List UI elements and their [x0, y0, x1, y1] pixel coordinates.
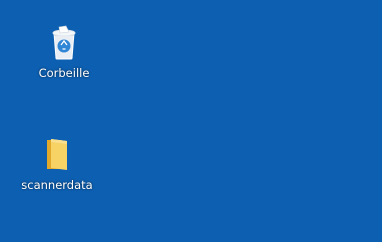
recycle-bin-icon [44, 22, 84, 62]
window-edge-bottom [0, 242, 388, 247]
desktop[interactable]: Corbeille scannerdata [0, 0, 388, 247]
scannerdata-folder-label: scannerdata [21, 178, 93, 192]
recycle-bin-shortcut[interactable]: Corbeille [24, 22, 104, 92]
recycle-bin-label: Corbeille [38, 66, 90, 80]
window-edge-right [382, 0, 388, 247]
folder-icon [37, 134, 77, 174]
scannerdata-folder-shortcut[interactable]: scannerdata [17, 134, 97, 204]
